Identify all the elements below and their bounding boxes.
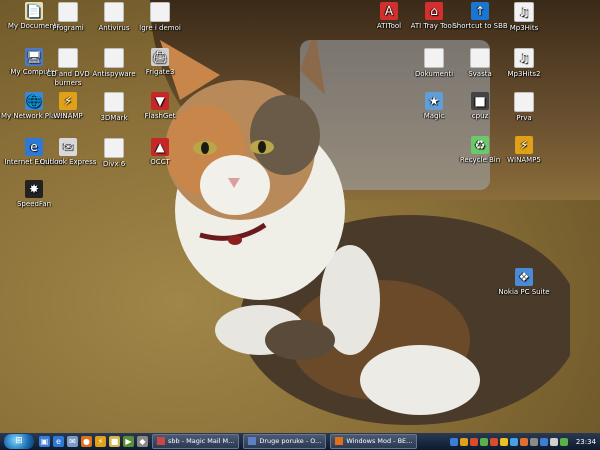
desktop-icon-occt[interactable]: ▲ OCCT [126,138,194,167]
clock: 23:34 [575,437,596,446]
desktop-icon-label: Nokia PC Suite [498,288,550,296]
shortcut-to-sbb-icon: ↑ [471,2,489,20]
tray-icon[interactable] [459,437,468,446]
firefox-icon[interactable]: ● [81,436,92,447]
recycle-bin-icon: ♻ [471,136,489,154]
winamp-icon: ⚡ [59,92,77,110]
outlook-express-icon: ✉ [59,138,77,156]
desktop-icon-label: OCCT [150,158,170,166]
tray-icon[interactable] [449,437,458,446]
desktop-icon-label: WINAMP5 [507,156,541,164]
desktop-icon-speedfan[interactable]: ✸ SpeedFan [0,180,68,209]
app-icon[interactable]: ◆ [137,436,148,447]
internet-explorer-icon[interactable]: e [53,436,64,447]
show-desktop-icon[interactable]: ▣ [39,436,50,447]
media-icon[interactable]: ▶ [123,436,134,447]
desktop-icon-igre-i-demoi[interactable]: Igre i demoi [126,2,194,33]
tray-icon[interactable] [479,437,488,446]
igre-i-demoi-icon [150,2,170,22]
tray-icon[interactable] [559,437,568,446]
desktop: 📄 My Documents Programi Antivirus Igre i dem… [0,0,600,433]
tray-icon[interactable] [519,437,528,446]
desktop-icon-label: SpeedFan [16,200,52,208]
frigate3-icon: 🖨 [151,48,169,66]
magic-icon: ★ [425,92,443,110]
svasta-icon [470,48,490,68]
cd-and-dvd-burners-icon [58,48,78,68]
speedfan-icon: ✸ [25,180,43,198]
windows-logo-icon: ⊞ [15,436,23,446]
taskbar-button-label: Windows Mod - BE... [346,437,413,445]
desktop-icon-label: FlashGet [144,112,176,120]
desktop-icon-nokia-pc-suite[interactable]: ❖ Nokia PC Suite [490,268,558,297]
desktop-icon-label: Mp3Hits [509,24,539,32]
tray-icon[interactable] [529,437,538,446]
desktop-icon-flashget[interactable]: ▼ FlashGet [126,92,194,121]
dokumenti-icon [424,48,444,68]
winamp5-icon: ⚡ [515,136,533,154]
ati-tray-tools-icon: ⌂ [425,2,443,20]
desktop-icon-label: Igre i demoi [139,24,181,32]
desktop-icon-prva[interactable]: Prva [490,92,558,123]
desktop-icon-mp3hits[interactable]: ♫ Mp3Hits [490,2,558,33]
task-app-icon [157,437,165,445]
taskbar-button-label: sbb - Magic Mail M... [168,437,235,445]
outlook-express-icon[interactable]: ✉ [67,436,78,447]
tray-icon[interactable] [509,437,518,446]
taskbar-button-label: Druge poruke - O... [259,437,322,445]
tray-icon[interactable] [489,437,498,446]
flashget-icon: ▼ [151,92,169,110]
desktop-icon-frigate3[interactable]: 🖨 Frigate3 [126,48,194,77]
quick-launch: ▣ e ✉ ● ⚡ ■ ▶ ◆ [39,436,148,447]
atitool-icon: A [380,2,398,20]
taskbar: ⊞ ▣ e ✉ ● ⚡ ■ ▶ ◆ sbb - Magic Mail M... Druge po… [0,433,600,450]
nokia-pc-suite-icon: ❖ [515,268,533,286]
mp3hits-icon: ♫ [514,2,534,22]
divx-6-icon [104,138,124,158]
taskbar-button[interactable]: sbb - Magic Mail M... [152,434,240,449]
desktop-icon-label: Mp3Hits2 [507,70,541,78]
occt-icon: ▲ [151,138,169,156]
tray-icon[interactable] [539,437,548,446]
3dmark-icon [104,92,124,112]
system-tray: 23:34 [449,437,600,446]
taskbar-button[interactable]: Druge poruke - O... [243,434,327,449]
taskbar-button[interactable]: Windows Mod - BE... [330,434,418,449]
cpuz-icon: ■ [471,92,489,110]
prva-icon [514,92,534,112]
task-app-icon [335,437,344,445]
tray-icon[interactable] [499,437,508,446]
mp3hits2-icon: ♫ [514,48,534,68]
antispyware-icon [104,48,124,68]
folder-icon[interactable]: ■ [109,436,120,447]
task-app-icon [248,437,257,445]
tray-icon[interactable] [549,437,558,446]
desktop-icon-winamp5[interactable]: ⚡ WINAMP5 [490,136,558,165]
antivirus-icon [104,2,124,22]
taskbar-buttons: sbb - Magic Mail M... Druge poruke - O...… [148,434,418,449]
desktop-icon-label: Frigate3 [145,68,175,76]
desktop-icon-mp3hits2[interactable]: ♫ Mp3Hits2 [490,48,558,79]
programi-icon [58,2,78,22]
tray-icon[interactable] [469,437,478,446]
start-button[interactable]: ⊞ [4,434,34,449]
winamp-icon[interactable]: ⚡ [95,436,106,447]
desktop-icon-label: Prva [516,114,532,122]
